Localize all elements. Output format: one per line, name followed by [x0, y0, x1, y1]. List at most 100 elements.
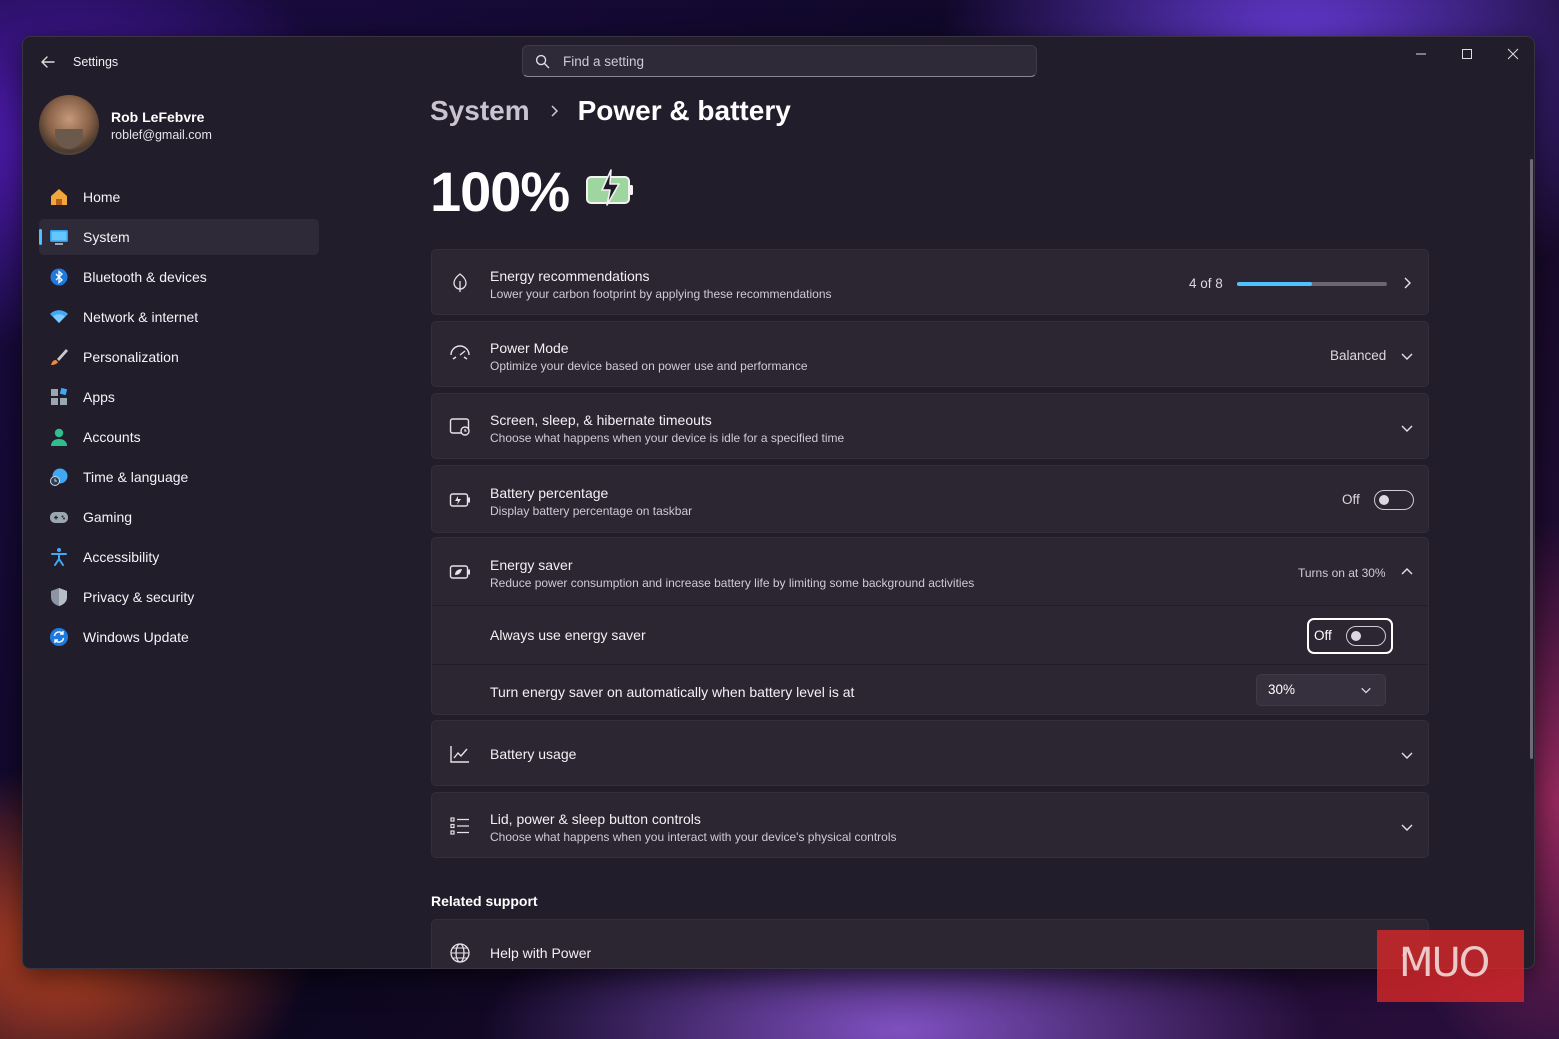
close-button[interactable] — [1490, 37, 1534, 71]
sidebar-item-personalization[interactable]: Personalization — [39, 339, 319, 375]
battery-level-dropdown[interactable]: 30% — [1256, 674, 1386, 706]
screen-sleep-icon — [448, 415, 472, 439]
sidebar-item-privacy[interactable]: Privacy & security — [39, 579, 319, 615]
setting-label: Turn energy saver on automatically when … — [490, 684, 855, 700]
minimize-button[interactable] — [1398, 37, 1444, 71]
chevron-right-icon — [1404, 277, 1411, 289]
settings-window: Settings Find a setting Rob LeFebvre rob… — [22, 36, 1535, 969]
auto-energy-saver-row: Turn energy saver on automatically when … — [432, 664, 1428, 716]
watermark-logo: MUO — [1377, 930, 1524, 1002]
minimize-icon — [1416, 53, 1426, 55]
search-icon — [535, 54, 550, 69]
sidebar-item-gaming[interactable]: Gaming — [39, 499, 319, 535]
page-title: Power & battery — [577, 95, 791, 126]
chevron-down-icon — [1401, 425, 1413, 432]
card-title: Help with Power — [490, 945, 592, 961]
setting-label: Always use energy saver — [490, 627, 646, 643]
always-energy-saver-toggle[interactable] — [1346, 626, 1386, 646]
chevron-right-icon — [551, 105, 558, 117]
card-title: Battery usage — [490, 746, 577, 762]
power-mode-value[interactable]: Balanced — [1330, 348, 1386, 363]
globe-clock-icon — [49, 467, 69, 487]
gamepad-icon — [49, 507, 69, 527]
screen-sleep-card[interactable]: Screen, sleep, & hibernate timeouts Choo… — [431, 393, 1429, 459]
help-with-power-card[interactable]: Help with Power — [431, 919, 1429, 968]
bluetooth-icon — [49, 267, 69, 287]
profile-name: Rob LeFebvre — [111, 109, 205, 125]
recommendations-count: 4 of 8 — [1189, 276, 1223, 291]
card-title: Power Mode — [490, 340, 569, 356]
dropdown-value: 30% — [1268, 682, 1296, 697]
card-title: Energy recommendations — [490, 268, 650, 284]
sidebar-item-label: Gaming — [83, 509, 133, 525]
sidebar-item-system[interactable]: System — [39, 219, 319, 255]
accessibility-icon — [49, 547, 69, 567]
energy-saver-card: Energy saver Reduce power consumption an… — [431, 537, 1429, 715]
related-support-heading: Related support — [431, 893, 538, 909]
sidebar-item-label: Time & language — [83, 469, 189, 485]
sidebar-item-apps[interactable]: Apps — [39, 379, 319, 415]
sidebar-item-windows-update[interactable]: Windows Update — [39, 619, 319, 655]
card-subtitle: Choose what happens when you interact wi… — [490, 830, 897, 844]
battery-usage-card[interactable]: Battery usage — [431, 720, 1429, 786]
sidebar-item-accounts[interactable]: Accounts — [39, 419, 319, 455]
chart-line-icon — [448, 742, 472, 766]
toggle-state-label: Off — [1342, 492, 1360, 507]
card-subtitle: Optimize your device based on power use … — [490, 359, 808, 373]
progress-fill — [1237, 282, 1312, 286]
watermark-text: MUO — [1399, 940, 1490, 986]
maximize-icon — [1462, 49, 1472, 59]
energy-saver-status: Turns on at 30% — [1298, 566, 1386, 580]
search-placeholder: Find a setting — [563, 54, 645, 69]
back-button[interactable] — [37, 51, 59, 73]
sidebar-item-label: Windows Update — [83, 629, 189, 645]
sidebar-item-label: Apps — [83, 389, 115, 405]
recommendations-progress — [1237, 282, 1387, 286]
chevron-down-icon — [1401, 752, 1413, 759]
lid-controls-card[interactable]: Lid, power & sleep button controls Choos… — [431, 792, 1429, 858]
battery-saver-icon — [448, 488, 472, 512]
always-energy-saver-row: Always use energy saver Off — [432, 605, 1428, 663]
card-subtitle: Display battery percentage on taskbar — [490, 504, 693, 518]
breadcrumb-parent[interactable]: System — [430, 95, 530, 127]
scrollbar[interactable] — [1530, 159, 1533, 759]
sidebar-item-label: Accounts — [83, 429, 141, 445]
sidebar-item-label: Personalization — [83, 349, 179, 365]
energy-recommendations-card[interactable]: Energy recommendations Lower your carbon… — [431, 249, 1429, 315]
sidebar-item-label: Accessibility — [83, 549, 160, 565]
sidebar-item-bluetooth[interactable]: Bluetooth & devices — [39, 259, 319, 295]
close-icon — [1507, 48, 1519, 60]
toggle-state-label: Off — [1314, 628, 1332, 643]
chevron-down-icon — [1361, 687, 1371, 694]
breadcrumb: System Power & battery — [430, 95, 791, 127]
sidebar-item-network[interactable]: Network & internet — [39, 299, 319, 335]
power-mode-card[interactable]: Power Mode Optimize your device based on… — [431, 321, 1429, 387]
leaf-icon — [448, 271, 472, 295]
card-title: Lid, power & sleep button controls — [490, 811, 701, 827]
system-icon — [49, 227, 69, 247]
sidebar-item-home[interactable]: Home — [39, 179, 319, 215]
list-settings-icon — [448, 814, 472, 838]
card-title: Screen, sleep, & hibernate timeouts — [490, 412, 712, 428]
card-subtitle: Lower your carbon footprint by applying … — [490, 287, 832, 301]
maximize-button[interactable] — [1444, 37, 1490, 71]
card-subtitle: Reduce power consumption and increase ba… — [490, 576, 975, 590]
sidebar-item-time-language[interactable]: Time & language — [39, 459, 319, 495]
energy-saver-icon — [448, 560, 472, 584]
app-title: Settings — [73, 55, 119, 69]
apps-icon — [49, 387, 69, 407]
battery-charging-icon — [586, 169, 633, 206]
battery-percent: 100% — [430, 160, 570, 223]
card-subtitle: Choose what happens when your device is … — [490, 431, 845, 445]
brush-icon — [49, 347, 69, 367]
search-box[interactable]: Find a setting — [522, 45, 1037, 77]
sidebar-item-accessibility[interactable]: Accessibility — [39, 539, 319, 575]
shield-icon — [49, 587, 69, 607]
card-title[interactable]: Energy saver — [490, 557, 572, 573]
sidebar-item-label: Network & internet — [83, 309, 199, 325]
chevron-up-icon[interactable] — [1400, 565, 1414, 579]
battery-percentage-toggle[interactable] — [1374, 490, 1414, 510]
chevron-down-icon — [1401, 824, 1413, 831]
account-icon — [49, 427, 69, 447]
avatar[interactable] — [39, 95, 99, 155]
